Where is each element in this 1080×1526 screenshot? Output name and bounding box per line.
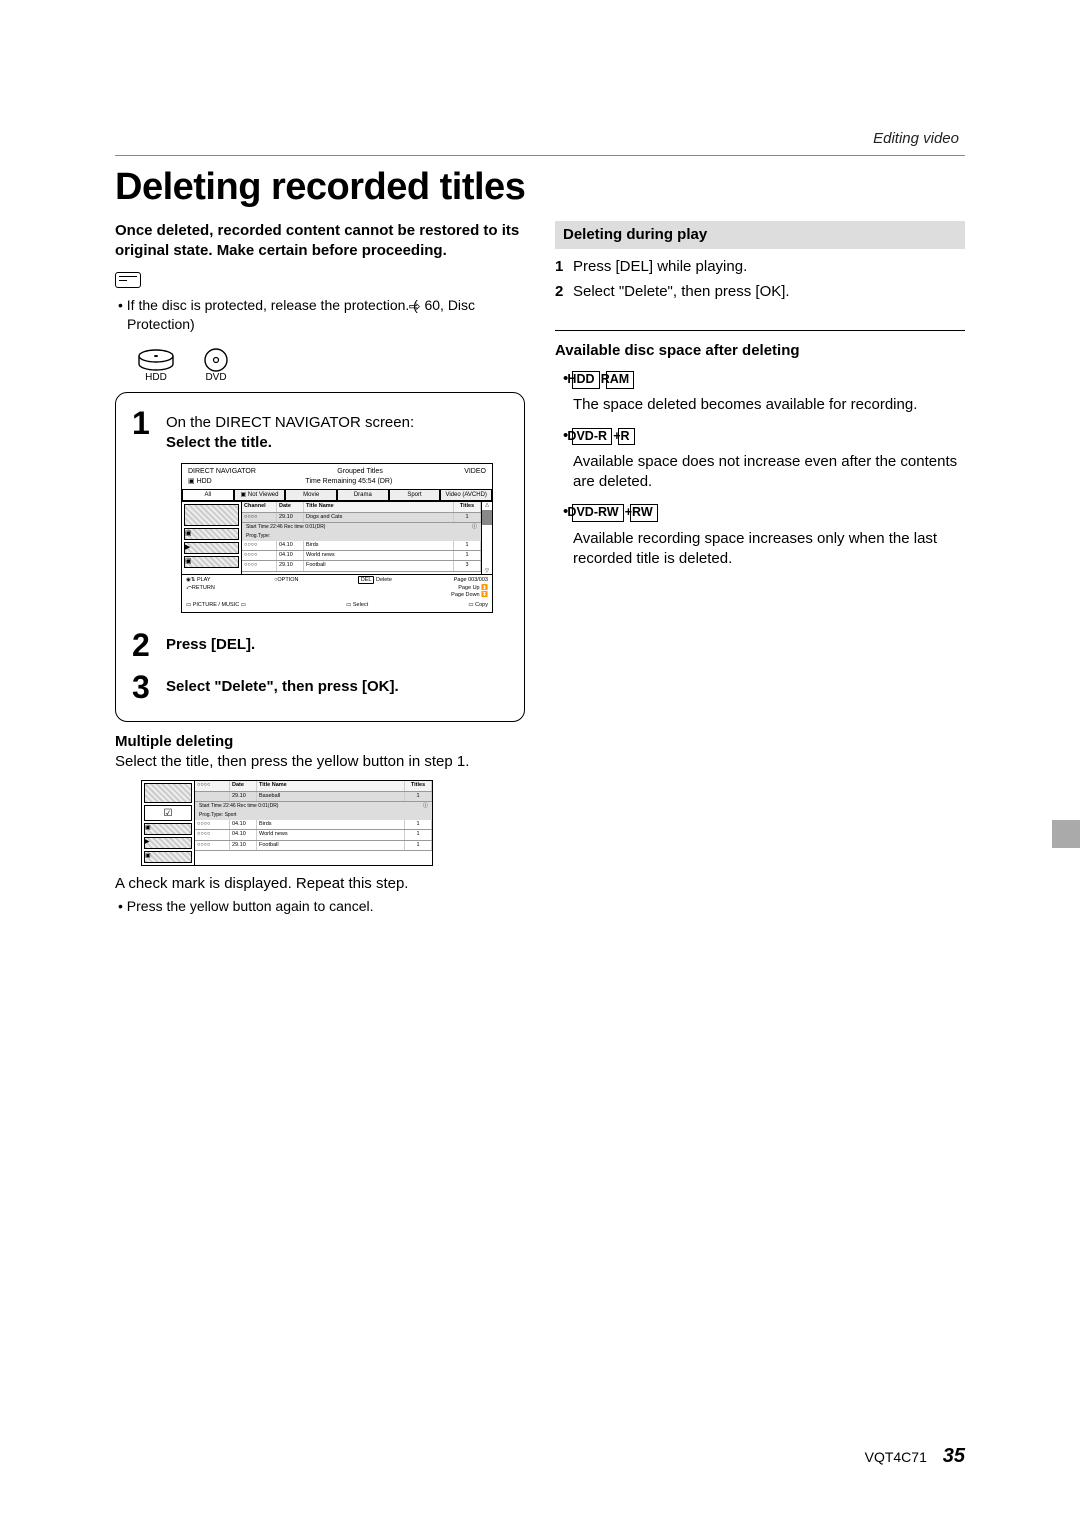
thumbnail-icon: ▣ <box>184 556 239 568</box>
nav-tab-sport[interactable]: Sport <box>389 489 441 501</box>
thumbnail-icon: ▶ <box>184 542 239 554</box>
disc-text-2: Available space does not increase even a… <box>573 452 965 493</box>
available-space-heading: Available disc space after deleting <box>555 341 965 361</box>
list-header: Channel Date Title Name Titles <box>242 502 481 512</box>
steps-box: 1 On the DIRECT NAVIGATOR screen: Select… <box>115 392 525 722</box>
list-row-prog: Prog.Type: <box>242 532 481 541</box>
substep-1-text: Press [DEL] while playing. <box>573 257 747 277</box>
list-row[interactable]: ○○○○04.10World news1 <box>242 551 481 561</box>
nav-tabs: All ▣ Not Viewed Movie Drama Sport Video… <box>182 489 492 501</box>
list-row[interactable]: ○○○○04.10World news1 <box>195 830 432 840</box>
document-code: VQT4C71 <box>865 1449 927 1465</box>
deleting-during-play-heading: Deleting during play <box>555 221 965 249</box>
nav-grouped: Grouped Titles <box>337 467 383 476</box>
substep-1-number: 1 <box>555 257 573 277</box>
list-row-prog: Prog.Type: Sport <box>195 811 432 820</box>
header-rule <box>115 155 965 156</box>
nav-tab-drama[interactable]: Drama <box>337 489 389 501</box>
check-icon: ☑ <box>144 805 192 821</box>
nav-title: DIRECT NAVIGATOR <box>188 467 256 476</box>
step-2-text: Press [DEL]. <box>166 636 255 653</box>
nav-tab-all[interactable]: All <box>182 489 234 501</box>
hdd-icon: HDD <box>135 348 177 388</box>
nav-tab-avchd[interactable]: Video (AVCHD) <box>440 489 492 501</box>
list-header: ○○○○DateTitle NameTitles <box>195 781 432 791</box>
page-tab-mark <box>1052 820 1080 848</box>
multiple-deleting-text: Select the title, then press the yellow … <box>115 752 525 772</box>
substep-2-text: Select "Delete", then press [OK]. <box>573 282 790 302</box>
breadcrumb: Editing video <box>115 130 965 147</box>
scrollbar[interactable]: △ ▽ <box>481 502 492 574</box>
thumbnail-selected <box>184 504 239 526</box>
separator <box>555 330 965 331</box>
disc-type-dvdr: • DVD-R +R <box>563 426 965 446</box>
multiple-deleting-heading: Multiple deleting <box>115 732 525 752</box>
note-icon <box>115 272 141 288</box>
list-row[interactable]: ○○○○04.10Birds1 <box>195 820 432 830</box>
disc-type-hdd-ram: • HDD RAM <box>563 369 965 389</box>
page-footer: VQT4C71 35 <box>865 1445 965 1468</box>
list-row-details: Start Time 22:46 Rec time 0:01(DR)ⓘ <box>195 802 432 811</box>
cancel-text: • Press the yellow button again to cance… <box>115 897 525 916</box>
media-icons-row: HDD DVD <box>135 348 525 388</box>
nav-hdd: ▣ HDD <box>188 477 212 486</box>
nav-video: VIDEO <box>464 467 486 476</box>
page-title: Deleting recorded titles <box>115 166 965 209</box>
step-1-text-b: Select the title. <box>166 434 272 451</box>
multiple-delete-mock: ☑ ▣ ▶ ▣ ○○○○DateTitle NameTitles 29.10Ba… <box>141 780 433 866</box>
dvd-icon: DVD <box>195 348 237 388</box>
thumbnail-icon: ▣ <box>144 823 192 835</box>
svg-text:HDD: HDD <box>145 372 167 382</box>
list-row-selected[interactable]: ○○○○29.10Dogs and Cats1 <box>242 513 481 523</box>
step-2-number: 2 <box>132 629 158 661</box>
warning-text: Once deleted, recorded content cannot be… <box>115 221 525 262</box>
ref-arrow-icon: ⇨ <box>418 297 421 316</box>
list-row[interactable]: ○○○○04.10Birds1 <box>242 541 481 551</box>
disc-text-1: The space deleted becomes available for … <box>573 395 965 415</box>
note-text-a: If the disc is protected, release the pr… <box>127 297 418 313</box>
substep-2-number: 2 <box>555 282 573 302</box>
list-row[interactable]: ○○○○29.10Football1 <box>195 841 432 851</box>
protection-note: • If the disc is protected, release the … <box>115 296 525 334</box>
nav-tab-notviewed[interactable]: ▣ Not Viewed <box>234 489 286 501</box>
thumbnail-icon: ▶ <box>144 837 192 849</box>
list-row[interactable]: ○○○○29.10Football3 <box>242 561 481 571</box>
disc-text-3: Available recording space increases only… <box>573 529 965 570</box>
svg-text:DVD: DVD <box>205 372 226 382</box>
step-1-number: 1 <box>132 407 158 439</box>
page-number: 35 <box>943 1445 965 1467</box>
list-row-details: Start Time 22:46 Rec time 0:01(DR)ⓘ <box>242 523 481 532</box>
nav-tab-movie[interactable]: Movie <box>285 489 337 501</box>
step-3-number: 3 <box>132 671 158 703</box>
check-mark-text: A check mark is displayed. Repeat this s… <box>115 874 525 894</box>
list-row-selected[interactable]: 29.10Baseball1 <box>195 792 432 802</box>
thumbnail <box>144 783 192 803</box>
thumbnail-icon: ▣ <box>144 851 192 863</box>
step-1-text-a: On the DIRECT NAVIGATOR screen: <box>166 414 414 431</box>
nav-footer: ◉⇅ PLAY⤺RETURN ○OPTION DEL Delete Page 0… <box>182 574 492 612</box>
step-3-text: Select "Delete", then press [OK]. <box>166 678 399 695</box>
thumbnail-icon: ▣ <box>184 528 239 540</box>
disc-type-dvdrw: • DVD-RW +RW <box>563 502 965 522</box>
direct-navigator-mock: DIRECT NAVIGATOR Grouped Titles VIDEO ▣ … <box>181 463 493 613</box>
nav-time: Time Remaining 45:54 (DR) <box>305 477 392 486</box>
